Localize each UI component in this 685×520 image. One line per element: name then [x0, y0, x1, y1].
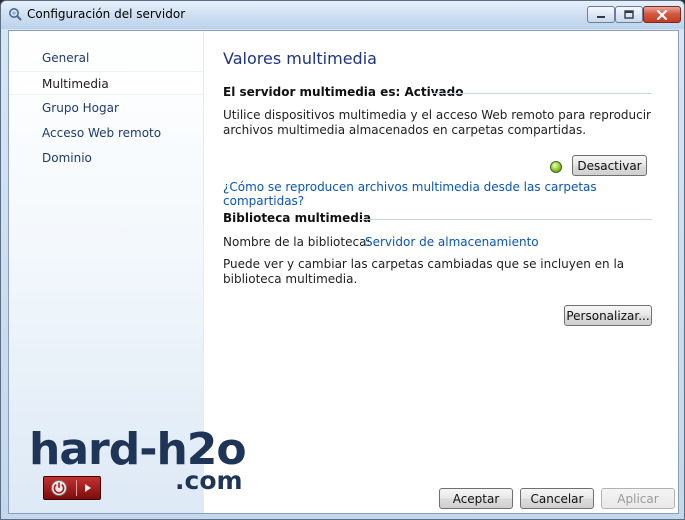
close-icon [656, 9, 668, 20]
close-button[interactable] [643, 6, 681, 23]
sidebar-item-label: Multimedia [42, 77, 109, 91]
badge-divider [76, 480, 77, 496]
window-title: Configuración del servidor [27, 7, 186, 21]
sidebar-item-multimedia[interactable]: Multimedia [9, 71, 203, 95]
gear-search-icon [9, 8, 22, 21]
sidebar-item-label: Acceso Web remoto [42, 126, 162, 140]
page-title: Valores multimedia [223, 49, 377, 68]
status-indicator-icon [550, 161, 562, 173]
help-link[interactable]: ¿Cómo se reproducen archivos multimedia … [223, 180, 678, 208]
sidebar-item-dominio[interactable]: Dominio [9, 146, 203, 170]
section-divider [359, 219, 652, 220]
deactivate-button[interactable]: Desactivar [572, 155, 647, 176]
sidebar-item-grupo-hogar[interactable]: Grupo Hogar [9, 96, 203, 120]
library-section-title: Biblioteca multimedia [223, 211, 372, 225]
maximize-icon [624, 10, 634, 19]
sidebar-item-general[interactable]: General [9, 46, 203, 70]
main-panel: Valores multimedia El servidor multimedi… [204, 31, 678, 513]
watermark-logo: hard-h2o .com [29, 428, 269, 508]
section-divider [432, 93, 652, 94]
library-description: Puede ver y cambiar las carpetas cambiad… [223, 257, 625, 286]
accept-button[interactable]: Aceptar [439, 488, 513, 509]
cancel-button[interactable]: Cancelar [520, 488, 594, 509]
minimize-button[interactable] [587, 6, 615, 23]
title-bar[interactable]: Configuración del servidor [1, 1, 684, 29]
library-name-label: Nombre de la biblioteca: [223, 235, 371, 249]
maximize-button[interactable] [615, 6, 643, 23]
sidebar-item-acceso-web-remoto[interactable]: Acceso Web remoto [9, 121, 203, 145]
power-icon [51, 480, 67, 496]
play-icon [85, 484, 91, 492]
minimize-icon [597, 15, 605, 18]
sidebar-item-label: Dominio [42, 151, 92, 165]
watermark-domain: .com [175, 466, 243, 495]
customize-button[interactable]: Personalizar... [564, 305, 652, 326]
server-status-title: El servidor multimedia es: Activado [223, 85, 464, 99]
server-description: Utilice dispositivos multimedia y el acc… [223, 108, 651, 137]
watermark-badge [43, 476, 101, 500]
sidebar-item-label: General [42, 51, 90, 65]
server-settings-window: Configuración del servidor General Multi… [0, 0, 685, 520]
apply-button[interactable]: Aplicar [601, 488, 675, 509]
sidebar-item-label: Grupo Hogar [42, 101, 119, 115]
library-name-link[interactable]: Servidor de almacenamiento [365, 235, 539, 249]
